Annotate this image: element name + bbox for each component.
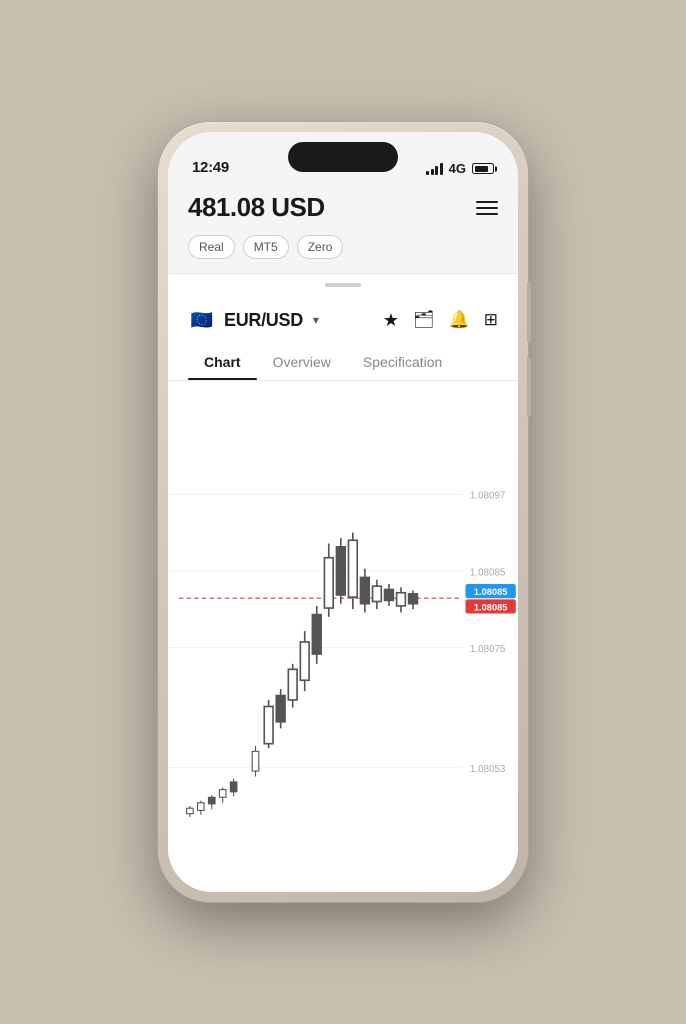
battery-fill	[475, 166, 489, 172]
svg-text:1.08085: 1.08085	[474, 602, 508, 612]
phone-screen: 12:49 4G 481.08 USD Real MT5	[168, 132, 518, 892]
instrument-left[interactable]: 🇪🇺 EUR/USD ▾	[188, 306, 319, 334]
tabs-bar: Chart Overview Specification	[168, 344, 518, 381]
header-top: 481.08 USD	[188, 192, 498, 223]
battery-icon	[472, 163, 494, 174]
tag-mt5[interactable]: MT5	[243, 235, 289, 259]
chart-area: 1.08097 1.08085 1.08075 1.08053 1.08085 …	[168, 381, 518, 892]
status-bar: 12:49 4G	[168, 132, 518, 184]
instrument-toolbar: ★ 🗂 🔔 ⊞	[383, 310, 498, 331]
instrument-header: 🇪🇺 EUR/USD ▾ ★ 🗂 🔔 ⊞	[168, 296, 518, 344]
drag-handle	[168, 274, 518, 296]
favorite-star-icon[interactable]: ★	[383, 310, 399, 331]
instrument-name: EUR/USD	[224, 310, 303, 331]
briefcase-icon[interactable]: 🗂	[413, 310, 435, 330]
account-header: 481.08 USD Real MT5 Zero	[168, 184, 518, 274]
drag-handle-bar	[325, 283, 361, 287]
menu-button[interactable]	[476, 201, 498, 215]
chevron-down-icon: ▾	[313, 313, 319, 327]
tab-overview[interactable]: Overview	[257, 344, 347, 380]
balance-amount: 481.08 USD	[188, 192, 325, 223]
status-time: 12:49	[192, 159, 229, 176]
svg-text:1.08097: 1.08097	[470, 491, 506, 502]
alert-bell-icon[interactable]: 🔔	[449, 310, 470, 330]
eu-flag-icon: 🇪🇺	[188, 306, 216, 334]
dynamic-island	[288, 142, 398, 172]
phone-frame: 12:49 4G 481.08 USD Real MT5	[158, 122, 528, 902]
svg-text:1.08085: 1.08085	[474, 587, 508, 597]
status-right: 4G	[426, 161, 494, 176]
tab-specification[interactable]: Specification	[347, 344, 458, 380]
tag-real[interactable]: Real	[188, 235, 235, 259]
network-label: 4G	[449, 161, 466, 176]
tag-zero[interactable]: Zero	[297, 235, 344, 259]
signal-icon	[426, 163, 443, 175]
tab-chart[interactable]: Chart	[188, 344, 257, 380]
account-tags: Real MT5 Zero	[188, 235, 498, 259]
svg-text:1.08085: 1.08085	[470, 567, 506, 578]
svg-text:1.08053: 1.08053	[470, 764, 506, 775]
candlestick-chart: 1.08097 1.08085 1.08075 1.08053 1.08085 …	[168, 381, 518, 892]
calculator-icon[interactable]: ⊞	[484, 310, 498, 330]
svg-text:1.08075: 1.08075	[470, 644, 506, 655]
